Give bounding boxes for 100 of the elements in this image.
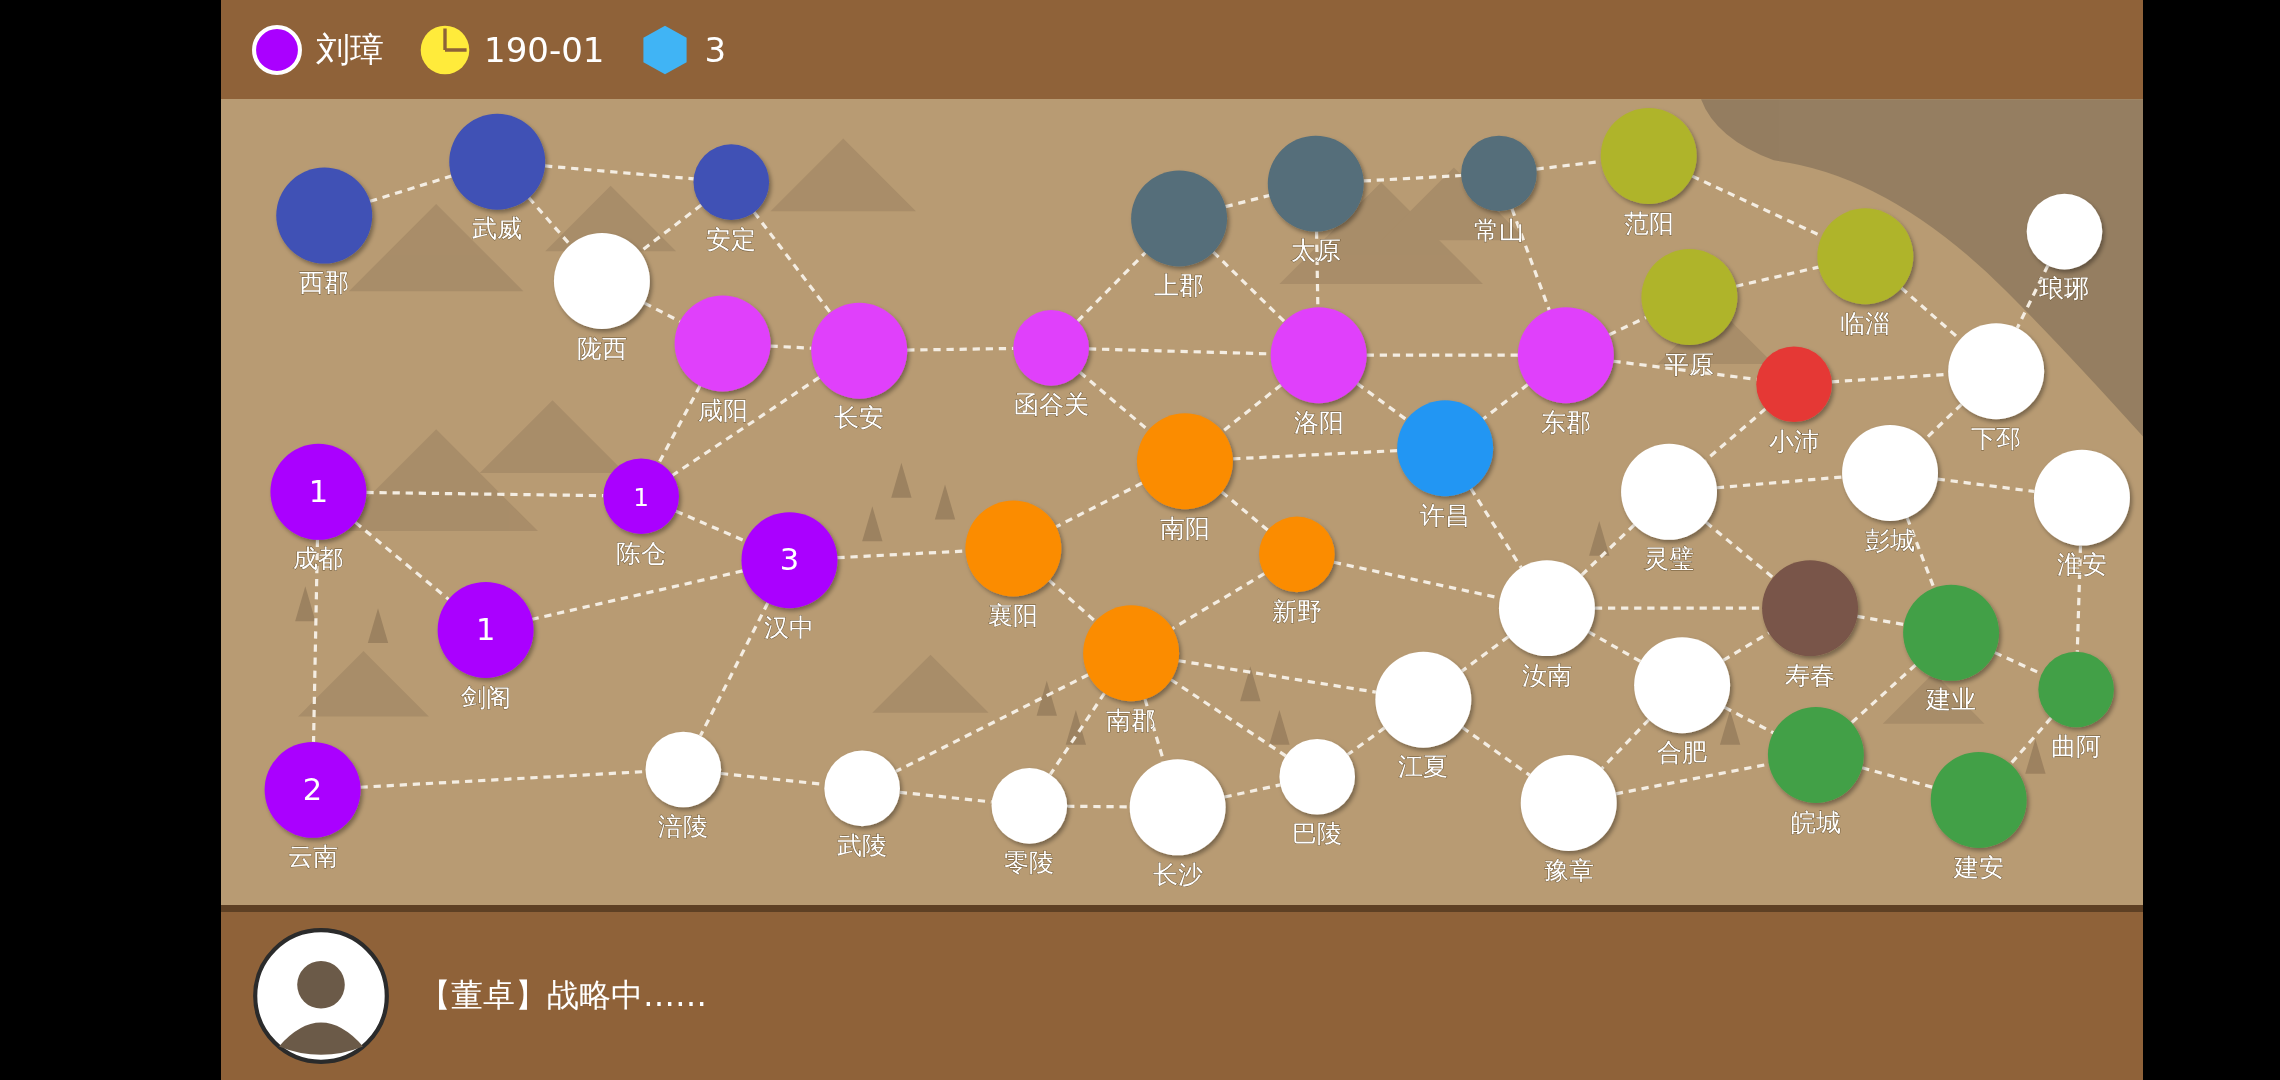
city-marker[interactable] [1013,310,1089,386]
city-marker[interactable] [693,144,770,220]
city-marker[interactable] [1621,443,1717,540]
city-name: 平原 [1664,349,1715,379]
city-marker[interactable] [1129,759,1226,856]
road-line [1221,383,1283,433]
road-line [1224,783,1281,799]
road-line [1067,804,1130,809]
city-marker[interactable] [741,512,838,609]
city-marker[interactable] [824,750,900,827]
tree [1589,520,1610,556]
city-name: 合肥 [1657,737,1708,767]
city-name: 汉中 [764,612,815,642]
road-line [1861,766,1933,789]
troop-count: 2 [302,772,323,808]
city-marker[interactable] [1903,584,2000,681]
city-name: 淮安 [2056,550,2107,580]
city-marker[interactable] [1279,739,1355,815]
city-marker[interactable] [1520,754,1617,851]
city-name: 上郡 [1154,271,1205,301]
city-marker[interactable] [264,741,361,838]
road-line [1076,251,1147,323]
city-marker[interactable] [965,500,1062,597]
date-text: 190-01 [484,29,605,70]
city-marker[interactable] [1498,560,1595,657]
road-line [1346,726,1386,756]
city-name: 临淄 [1840,308,1891,338]
city-marker[interactable] [1375,651,1472,748]
city-name: 函谷关 [1013,390,1089,420]
city-name: 皖城 [1790,807,1841,837]
city-marker[interactable] [276,167,373,264]
city-marker[interactable] [1517,307,1614,404]
troop-count: 1 [475,612,496,648]
city-marker[interactable] [1083,605,1180,702]
city-marker[interactable] [603,458,679,534]
road-line [643,301,681,323]
road-line [770,344,812,350]
city-marker[interactable] [1267,135,1364,232]
city-name: 襄阳 [988,601,1039,631]
city-marker[interactable] [449,113,546,210]
city-marker[interactable] [1930,752,2027,848]
city-name: 曲阿 [2051,731,2102,761]
road-line [1460,635,1510,673]
city-name: 陇西 [576,333,627,363]
faction-icon [250,22,304,77]
city-name: 下邳 [1971,423,2022,453]
road-line [1580,523,1636,577]
city-marker[interactable] [2033,449,2130,546]
city-name: 南阳 [1159,513,1210,543]
city-name: 许昌 [1420,500,1471,530]
city-marker[interactable] [270,443,367,540]
tree [862,506,883,542]
city-name: 云南 [287,842,338,872]
city-marker[interactable] [1259,516,1335,593]
city-marker[interactable] [1270,307,1367,404]
road-line [1704,407,1767,462]
city-marker[interactable] [2026,193,2103,270]
tree [934,484,956,520]
city-marker[interactable] [1600,108,1697,204]
city-name: 汝南 [1521,660,1572,690]
city-marker[interactable] [1948,323,2045,420]
tree [1036,680,1057,716]
tree [295,586,316,622]
city-marker[interactable] [1136,413,1233,510]
city-marker[interactable] [437,581,534,678]
city-marker[interactable] [645,731,722,808]
city-marker[interactable] [991,768,1068,844]
city-marker[interactable] [1397,400,1494,497]
city-marker[interactable] [1461,135,1537,212]
city-name: 安定 [706,224,757,254]
city-name: 建安 [1953,852,2004,882]
city-name: 咸阳 [697,396,748,426]
road-line [1587,630,1642,663]
city-marker[interactable] [553,233,650,329]
city-name: 小沛 [1769,426,1820,456]
city-name: 灵璧 [1644,544,1695,574]
city-name: 建业 [1926,685,1977,715]
city-name: 彭城 [1865,525,1916,555]
city-name: 西郡 [299,268,350,298]
city-marker[interactable] [674,295,771,392]
city-marker[interactable] [1762,560,1859,657]
city-marker[interactable] [1131,170,1228,267]
city-marker[interactable] [811,302,908,399]
road-line [1461,726,1531,777]
city-marker[interactable] [1756,346,1832,423]
city-name: 武陵 [837,830,888,860]
city-name: 东郡 [1540,407,1591,437]
city-name: 武威 [472,214,523,244]
city-name: 江夏 [1398,752,1449,782]
city-marker[interactable] [1842,424,1938,521]
city-marker[interactable] [1767,707,1864,803]
city-name: 常山 [1473,215,1524,245]
city-marker[interactable] [2038,651,2114,728]
troop-count: 3 [779,542,800,578]
tree [1719,709,1741,745]
city-marker[interactable] [1641,249,1738,345]
city-marker[interactable] [1634,637,1731,734]
tree [1240,666,1261,702]
city-marker[interactable] [1817,208,1914,305]
road-line [1723,705,1775,735]
